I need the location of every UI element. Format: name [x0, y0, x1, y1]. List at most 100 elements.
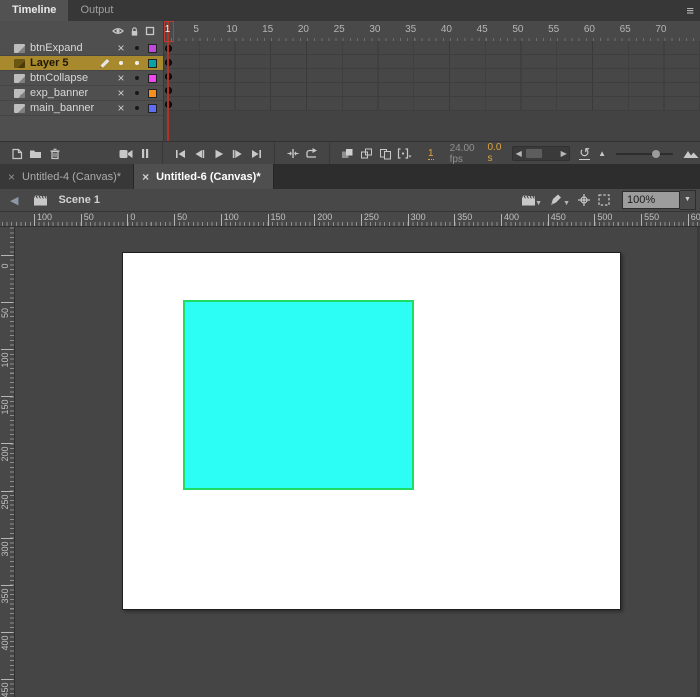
layer-row-btncollapse[interactable]: btnCollapse × — [0, 71, 163, 86]
go-to-first-frame-icon[interactable] — [172, 147, 189, 161]
scrollbar-track[interactable] — [524, 148, 559, 159]
current-frame-value[interactable]: 1 — [428, 148, 434, 160]
layer-visibility-toggle[interactable]: × — [113, 72, 129, 84]
cyan-rectangle-shape[interactable] — [183, 300, 414, 490]
layer-name[interactable]: Layer 5 — [30, 57, 69, 69]
ruler-label-h-0: 100 — [37, 212, 53, 222]
elapsed-time-value[interactable]: 0.0 s — [487, 142, 503, 165]
layer-lock-toggle[interactable] — [129, 46, 145, 50]
layer-name[interactable]: btnExpand — [30, 42, 83, 54]
ruler-label-h-7: 250 — [363, 212, 379, 222]
panel-tab-output[interactable]: Output — [68, 0, 125, 21]
ruler-label-v-6: 300 — [0, 541, 10, 557]
ruler-label-h-3: 50 — [177, 212, 188, 222]
layer-visibility-toggle[interactable]: × — [113, 87, 129, 99]
layer-lock-toggle[interactable] — [129, 76, 145, 80]
document-tab-untitled-4[interactable]: × Untitled-4 (Canvas)* — [0, 164, 135, 189]
layer-row-exp_banner[interactable]: exp_banner × — [0, 86, 163, 101]
layer-name[interactable]: exp_banner — [30, 87, 88, 99]
show-parent-layers-icon[interactable] — [136, 147, 153, 161]
toolbar-group — [162, 142, 266, 165]
frame-number-15: 15 — [262, 24, 274, 35]
onion-skin-icon[interactable] — [339, 147, 356, 161]
scrollbar-thumb[interactable] — [526, 149, 543, 158]
panel-menu-icon[interactable]: ≡ — [686, 1, 694, 20]
delete-layer-icon[interactable] — [46, 147, 63, 161]
modify-markers-icon[interactable] — [396, 147, 413, 161]
layer-visibility-toggle[interactable]: × — [113, 42, 129, 54]
center-frame-icon[interactable] — [284, 147, 301, 161]
show-hide-all-layers-icon[interactable] — [110, 26, 126, 36]
timeline-zoom-slider[interactable] — [616, 147, 674, 161]
layer-outline-color-swatch[interactable] — [145, 43, 160, 53]
ruler-label-v-0: 0 — [0, 263, 10, 269]
layer-name[interactable]: main_banner — [30, 102, 94, 114]
scroll-left-icon[interactable]: ◀ — [513, 148, 524, 159]
step-forward-icon[interactable] — [229, 147, 246, 161]
frame-number-60: 60 — [583, 24, 595, 35]
layer-page-icon — [14, 43, 25, 53]
stage-zoom-input[interactable]: 100% — [622, 191, 680, 209]
document-tab-untitled-6[interactable]: × Untitled-6 (Canvas)* — [134, 164, 274, 189]
layer-row-layer-5[interactable]: Layer 5 — [0, 56, 163, 71]
edit-symbols-caret-icon[interactable]: ▼ — [563, 200, 570, 207]
edit-bar-controls: ▼ ▼ 100% ▼ — [518, 190, 696, 210]
stage-zoom-dropdown-icon[interactable]: ▼ — [680, 190, 696, 210]
step-back-icon[interactable] — [191, 147, 208, 161]
layer-name[interactable]: btnCollapse — [30, 72, 88, 84]
layer-outline-color-swatch[interactable] — [145, 103, 160, 113]
frame-number-10: 10 — [226, 24, 238, 35]
layer-outline-color-swatch[interactable] — [145, 88, 160, 98]
frame-rate-value[interactable]: 24.00 fps — [450, 143, 478, 165]
layer-row-main_banner[interactable]: main_banner × — [0, 101, 163, 116]
frames-header[interactable]: 1 5 10 15 20 25 30 35 40 45 50 55 60 65 70 — [164, 21, 700, 42]
frames-grid[interactable] — [164, 41, 700, 111]
slider-knob[interactable] — [652, 149, 661, 158]
close-tab-icon[interactable]: × — [8, 170, 15, 184]
timeline-scrollbar[interactable]: ◀ ▶ — [512, 146, 571, 161]
back-arrow-icon[interactable]: ◀ — [10, 194, 18, 207]
ruler-label-h-5: 150 — [270, 212, 286, 222]
layer-visibility-toggle[interactable]: × — [113, 102, 129, 114]
frame-view-icon[interactable] — [683, 147, 699, 161]
stage[interactable] — [122, 252, 621, 610]
ruler-label-v-3: 150 — [0, 399, 10, 415]
new-folder-icon[interactable] — [27, 147, 44, 161]
ruler-label-h-14: 600 — [690, 212, 700, 222]
panel-tab-timeline[interactable]: Timeline — [0, 0, 69, 21]
onion-skin-outlines-icon[interactable] — [358, 147, 375, 161]
layer-lock-toggle[interactable] — [129, 61, 145, 65]
close-tab-icon[interactable]: × — [142, 170, 149, 184]
ruler-major-tick — [454, 214, 456, 226]
show-layers-as-outlines-icon[interactable] — [142, 26, 158, 36]
layer-lock-toggle[interactable] — [129, 106, 145, 110]
lock-all-layers-icon[interactable] — [126, 26, 142, 37]
frame-number-5: 5 — [193, 24, 199, 35]
layer-outline-color-swatch[interactable] — [145, 58, 160, 68]
pasteboard[interactable] — [15, 227, 700, 697]
ruler-label-v-8: 400 — [0, 635, 10, 651]
ruler-major-tick — [594, 214, 596, 226]
edit-scene-caret-icon[interactable]: ▼ — [535, 200, 542, 207]
scroll-right-icon[interactable]: ▶ — [558, 148, 569, 159]
center-stage-icon[interactable] — [574, 192, 594, 208]
slider-track[interactable] — [616, 152, 674, 155]
go-to-last-frame-icon[interactable] — [248, 147, 265, 161]
new-layer-icon[interactable] — [8, 147, 25, 161]
horizontal-ruler[interactable]: 100 50 0 50 100 150 200 250 300 350 400 450 500 550 60… — [0, 212, 700, 227]
edit-multiple-frames-icon[interactable] — [377, 147, 394, 161]
vertical-ruler[interactable]: 0 50 100 150 200 250 300 350 400 450 — [0, 227, 15, 697]
resize-timeline-view-icon[interactable]: ▲ — [598, 149, 606, 158]
layer-outline-color-swatch[interactable] — [145, 73, 160, 83]
ruler-label-h-6: 200 — [317, 212, 333, 222]
camera-icon[interactable] — [117, 147, 134, 161]
ruler-major-tick — [127, 214, 129, 226]
loop-playback-icon[interactable] — [303, 147, 320, 161]
reset-timeline-zoom-icon[interactable]: ↺ — [579, 146, 591, 160]
play-icon[interactable] — [210, 147, 227, 161]
layer-lock-toggle[interactable] — [129, 91, 145, 95]
layer-visibility-toggle[interactable] — [113, 61, 129, 65]
timeline-body: btnExpand × Layer 5 btnCollapse × exp_banner ×… — [0, 21, 700, 141]
clip-content-icon[interactable] — [594, 192, 614, 208]
layer-row-btnexpand[interactable]: btnExpand × — [0, 41, 163, 56]
